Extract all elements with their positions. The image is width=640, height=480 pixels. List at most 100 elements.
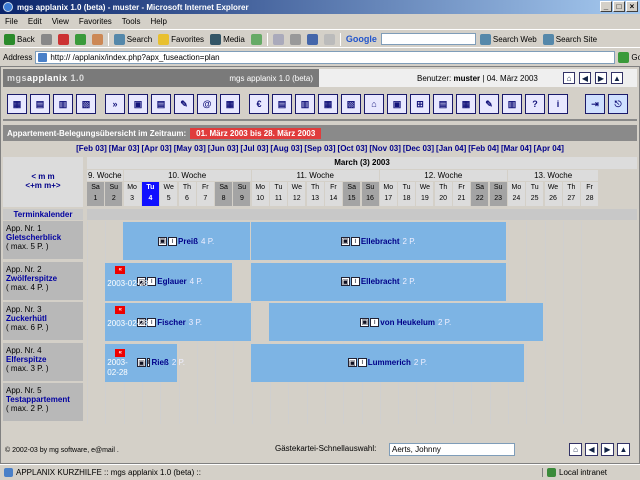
search-button[interactable]: Search <box>112 33 154 45</box>
booking-bar[interactable]: ▣ i Ellebracht 2 P. <box>250 222 506 260</box>
toolbar-icon-12[interactable]: ▤ <box>272 94 292 114</box>
guest-name[interactable]: von Heukelum <box>380 318 435 327</box>
booking-bar[interactable]: ▣ i Lummerich 2 P. <box>250 343 525 382</box>
toolbar-icon-17[interactable]: ▣ <box>387 94 407 114</box>
forward-button[interactable] <box>39 33 54 45</box>
help-icon[interactable]: ? <box>525 94 545 114</box>
close-button[interactable]: × <box>626 1 638 12</box>
day-header[interactable]: We 5 <box>160 182 178 206</box>
enter-icon[interactable]: ⇥ <box>585 94 605 114</box>
apartment-row-header[interactable]: App. Nr. 4 Elferspitze( max. 3 P. ) <box>3 342 83 381</box>
stop-button[interactable] <box>56 33 71 45</box>
menu-edit[interactable]: Edit <box>23 17 47 26</box>
edit-button[interactable] <box>305 33 320 45</box>
booking-bar[interactable]: «2003-02-28 ▣ i Eglauer 4 P. <box>105 262 233 301</box>
home-nav-icon[interactable]: ⌂ <box>563 72 575 84</box>
guest-name[interactable]: Eglauer <box>157 277 186 286</box>
apartment-row-header[interactable]: App. Nr. 5 Testappartement( max. 2 P. ) <box>3 383 83 421</box>
search-site-button[interactable]: Search Site <box>541 33 599 45</box>
toolbar-icon-4[interactable]: ▧ <box>76 94 96 114</box>
day-header[interactable]: Sa 15 <box>343 182 361 206</box>
booking-bar[interactable]: «2003-02-28 ▣ i Fischer 3 P. <box>105 303 251 341</box>
day-header[interactable]: Su 2 <box>105 182 123 206</box>
month-link[interactable]: [Nov 03] <box>369 144 401 153</box>
day-header[interactable]: We 26 <box>544 182 562 206</box>
media-button[interactable]: Media <box>208 33 247 45</box>
refresh-button[interactable] <box>73 33 88 45</box>
day-header[interactable]: Su 16 <box>361 182 379 206</box>
toolbar-icon-13[interactable]: ▥ <box>295 94 315 114</box>
info-icon[interactable]: i <box>147 277 157 286</box>
day-header[interactable]: Th 20 <box>434 182 452 206</box>
day-header[interactable]: Sa 8 <box>215 182 233 206</box>
search-web-button[interactable]: Search Web <box>478 33 539 45</box>
home-button[interactable] <box>90 33 105 45</box>
day-header[interactable]: We 19 <box>416 182 434 206</box>
toolbar-icon-15[interactable]: ▧ <box>341 94 361 114</box>
info-icon[interactable]: i <box>350 277 360 286</box>
menu-view[interactable]: View <box>47 17 74 26</box>
month-link[interactable]: [Mar 03] <box>109 144 140 153</box>
guest-quick-select[interactable]: Aerts, Johnny <box>389 443 515 456</box>
toolbar-icon-7[interactable]: ▤ <box>151 94 171 114</box>
up-nav-icon[interactable]: ▲ <box>611 72 623 84</box>
apartment-row-header[interactable]: App. Nr. 2 Zwölferspitze( max. 4 P. ) <box>3 261 83 300</box>
month-link[interactable]: [Jan 04] <box>436 144 466 153</box>
month-next-link[interactable]: <+m m+> <box>3 181 83 190</box>
info-icon[interactable]: i <box>168 236 178 246</box>
info-icon[interactable]: i <box>357 358 367 367</box>
day-header[interactable]: Tu 25 <box>526 182 544 206</box>
day-header[interactable]: Fr 21 <box>453 182 470 206</box>
prev-nav-icon[interactable]: ◀ <box>579 72 591 84</box>
toolbar-icon-1[interactable]: ▦ <box>7 94 27 114</box>
apartment-row-header[interactable]: App. Nr. 3 Zuckerhütl( max. 6 P. ) <box>3 302 83 340</box>
day-header[interactable]: Mo 10 <box>251 182 269 206</box>
day-header[interactable]: Fr 14 <box>324 182 342 206</box>
month-link[interactable]: [Oct 03] <box>338 144 368 153</box>
home-footer-icon[interactable]: ⌂ <box>569 443 582 456</box>
guest-name[interactable]: Rieß <box>151 358 168 367</box>
print-button[interactable] <box>288 33 303 45</box>
day-header[interactable]: Sa 22 <box>471 182 489 206</box>
month-link[interactable]: [Dec 03] <box>403 144 434 153</box>
fast-forward-icon[interactable]: » <box>105 94 125 114</box>
favorites-button[interactable]: Favorites <box>156 33 206 45</box>
toolbar-icon-2[interactable]: ▤ <box>30 94 50 114</box>
info-icon[interactable]: i <box>370 317 380 327</box>
toolbar-icon-6[interactable]: ▣ <box>128 94 148 114</box>
month-prev-link[interactable]: < m m <box>3 172 83 181</box>
email-icon[interactable]: @ <box>197 94 217 114</box>
day-header[interactable]: Mo 17 <box>379 182 397 206</box>
month-link[interactable]: [Mar 04] <box>501 144 532 153</box>
menu-file[interactable]: File <box>0 17 23 26</box>
day-header[interactable]: Su 23 <box>489 182 507 206</box>
menu-help[interactable]: Help <box>145 17 171 26</box>
month-link[interactable]: [Aug 03] <box>270 144 302 153</box>
toolbar-icon-14[interactable]: ▦ <box>318 94 338 114</box>
toolbar-icon-10[interactable]: ▦ <box>220 94 240 114</box>
guest-card-icon[interactable]: ▣ <box>360 317 370 327</box>
guest-name[interactable]: Ellebracht <box>361 237 400 246</box>
guest-name[interactable]: Preiß <box>178 237 198 246</box>
month-link[interactable]: [Feb 03] <box>76 144 107 153</box>
menu-favorites[interactable]: Favorites <box>74 17 117 26</box>
guest-name[interactable]: Ellebracht <box>361 277 400 286</box>
go-button[interactable]: Go <box>618 52 640 63</box>
booking-bar[interactable]: ▣ i Ellebracht 2 P. <box>250 262 506 301</box>
toolbar-icon-20[interactable]: ▦ <box>456 94 476 114</box>
exit-icon[interactable]: ⎋ <box>608 94 628 114</box>
previous-month-icon[interactable]: « <box>115 348 126 357</box>
toolbar-icon-8[interactable]: ✎ <box>174 94 194 114</box>
month-link[interactable]: [Jun 03] <box>208 144 239 153</box>
house-icon[interactable]: ⌂ <box>364 94 384 114</box>
history-button[interactable] <box>249 33 264 45</box>
toolbar-icon-19[interactable]: ▤ <box>433 94 453 114</box>
day-header[interactable]: Tu 11 <box>270 182 287 206</box>
euro-icon[interactable]: € <box>249 94 269 114</box>
previous-month-icon[interactable]: « <box>115 265 126 274</box>
info-icon[interactable]: i <box>147 317 157 327</box>
day-header[interactable]: Th 6 <box>178 182 196 206</box>
day-header[interactable]: We 12 <box>288 182 306 206</box>
guest-card-icon[interactable]: ▣ <box>137 358 146 367</box>
toolbar-icon-21[interactable]: ✎ <box>479 94 499 114</box>
